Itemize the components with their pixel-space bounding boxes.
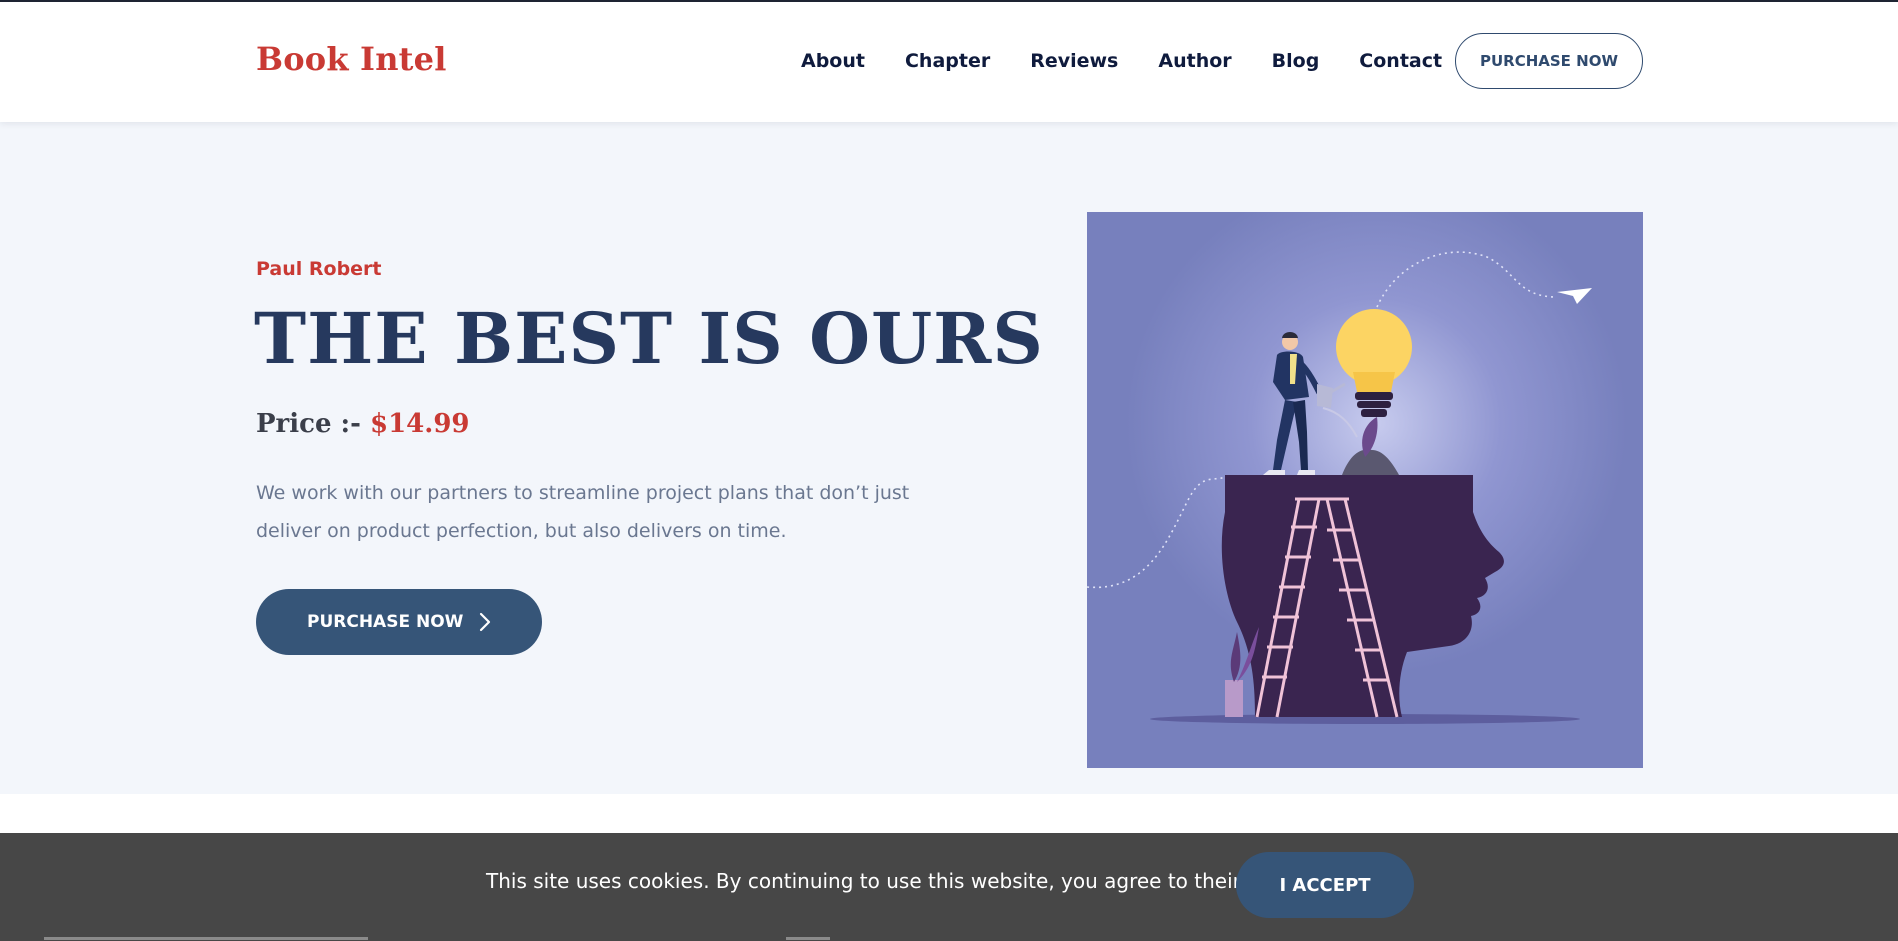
head-lightbulb-illustration [1087,212,1643,768]
header-purchase-button[interactable]: PURCHASE NOW [1455,33,1643,89]
hero-section: Paul Robert THE BEST IS OURS Price :- $1… [0,122,1898,794]
price: Price :- $14.99 [256,409,470,439]
brand-logo[interactable]: Book Intel [256,40,447,78]
cookie-accept-button[interactable]: I ACCEPT [1236,852,1414,918]
nav-link-about[interactable]: About [801,50,865,72]
nav-link-chapter[interactable]: Chapter [905,50,990,72]
nav-link-author[interactable]: Author [1158,50,1231,72]
main-nav: About Chapter Reviews Author Blog Contac… [801,50,1442,72]
hero-description: We work with our partners to streamline … [256,482,910,542]
site-header: Book Intel About Chapter Reviews Author … [0,2,1898,122]
author-name: Paul Robert [256,258,382,280]
nav-link-blog[interactable]: Blog [1272,50,1320,72]
nav-link-contact[interactable]: Contact [1359,50,1442,72]
hero-purchase-label: PURCHASE NOW [307,612,464,632]
hero-purchase-button[interactable]: PURCHASE NOW [256,589,542,655]
nav-link-reviews[interactable]: Reviews [1030,50,1118,72]
price-label: Price :- [256,409,370,439]
scroll-indicator [786,937,830,940]
chevron-right-icon [479,612,491,632]
cookie-message: This site uses cookies. By continuing to… [486,869,1289,893]
price-value: $14.99 [370,409,470,439]
cookie-banner: This site uses cookies. By continuing to… [0,833,1898,941]
book-title: THE BEST IS OURS [254,297,1044,380]
horizontal-scrollbar[interactable] [44,937,368,940]
